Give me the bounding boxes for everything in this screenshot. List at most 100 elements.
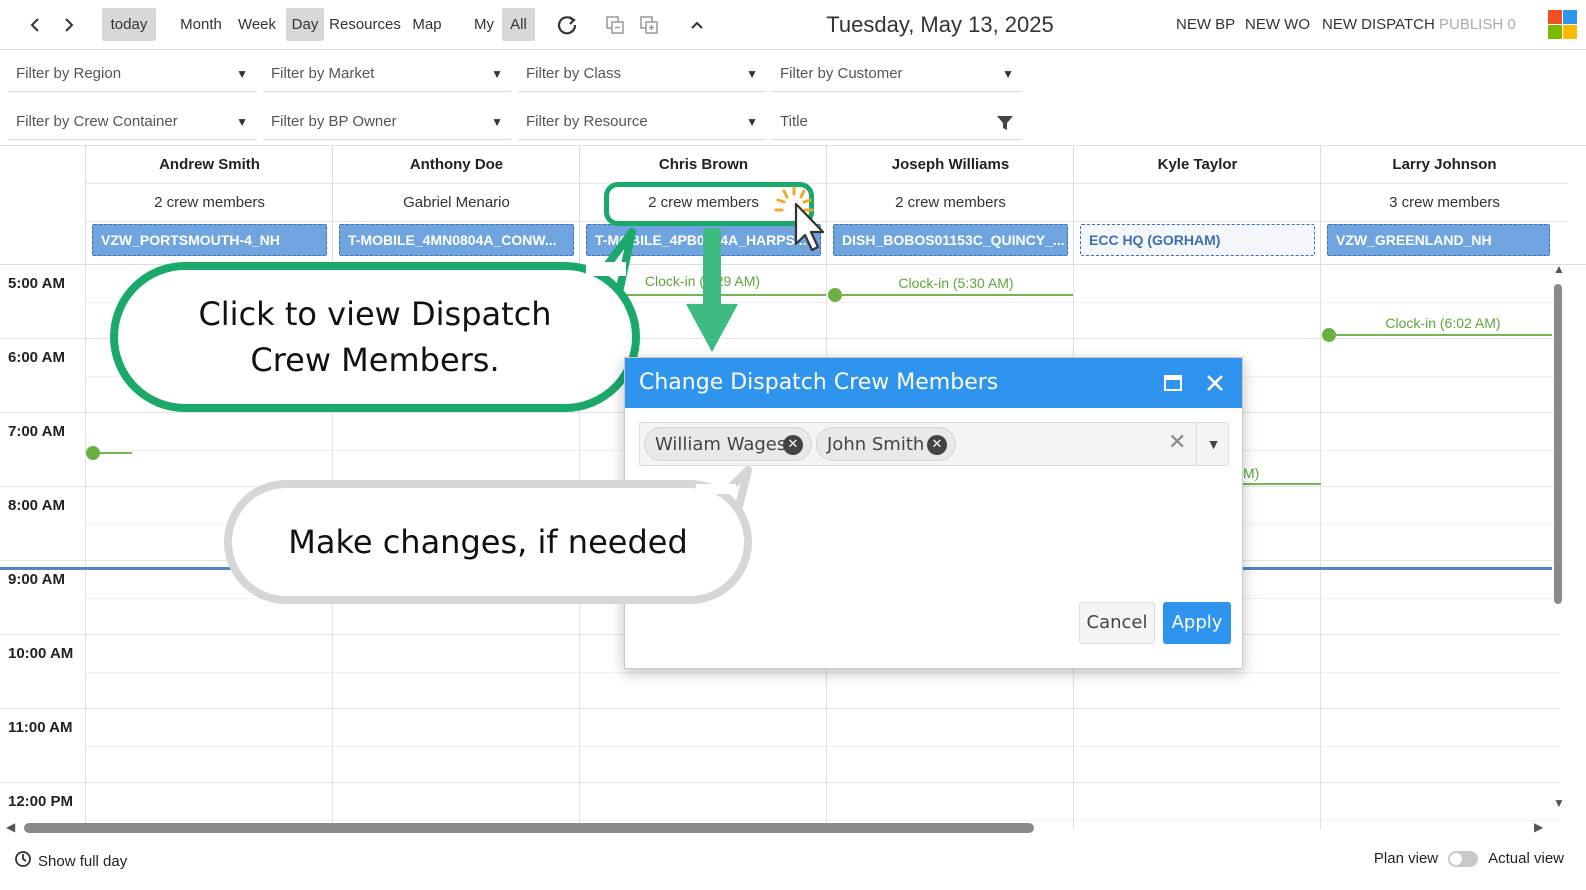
region-filter[interactable]: Filter by Region ▼ [8,56,256,92]
resource-name: Larry Johnson [1321,146,1568,184]
resource-name: Chris Brown [580,146,827,184]
dispatch-tag[interactable]: T-MOBILE_4MN0804A_CONW... [339,224,574,256]
horizontal-scrollbar[interactable]: ◀ ▶ [0,818,1552,838]
resource-filter[interactable]: Filter by Resource ▼ [518,104,766,140]
crew-member-name: William Wages [655,434,787,455]
market-filter-label: Filter by Market [271,65,375,82]
crew-multiselect[interactable]: William Wages ✕ John Smith ✕ ✕ ▼ [639,422,1229,466]
crew-members-link[interactable]: 2 crew members [827,184,1074,222]
prev-arrow-icon[interactable] [20,10,50,40]
close-icon[interactable] [1202,370,1228,396]
title-filter-placeholder: Title [780,113,808,130]
map-view-button[interactable]: Map [406,8,448,41]
dropdown-caret-icon: ▼ [491,115,503,129]
clock-in-label[interactable]: Clock-in (6:02 AM) [1334,315,1552,331]
dialog-header: Change Dispatch Crew Members [625,358,1242,408]
today-button[interactable]: today [102,8,156,41]
dispatch-tag[interactable]: ECC HQ (GORHAM) [1080,224,1315,256]
filter-funnel-icon[interactable] [996,110,1014,146]
resource-name: Kyle Taylor [1074,146,1321,184]
expand-all-icon[interactable] [634,10,664,40]
apply-button[interactable]: Apply [1163,602,1231,644]
crew-members-link[interactable]: Gabriel Menario [333,184,580,222]
actual-view-label: Actual view [1488,850,1564,867]
dispatch-tag[interactable]: VZW_PORTSMOUTH-4_NH [92,224,327,256]
dropdown-caret-icon[interactable]: ▼ [1196,423,1230,465]
crew-members-link[interactable] [1074,184,1321,222]
dispatch-tag[interactable]: DISH_BOBOS01153C_QUINCY_... [833,224,1068,256]
footer: Show full day Plan view Actual view [0,840,1586,890]
collapse-all-icon[interactable] [600,10,630,40]
dropdown-caret-icon: ▼ [746,67,758,81]
changes-instruction-callout: Make changes, if needed [224,480,752,604]
next-arrow-icon[interactable] [54,10,84,40]
click-instruction-text: Click to view Dispatch Crew Members. [198,295,552,379]
time-label: 12:00 PM [8,793,74,810]
dispatch-tag[interactable]: VZW_GREENLAND_NH [1327,224,1550,256]
new-dispatch-button[interactable]: NEW DISPATCH [1322,10,1435,40]
dropdown-caret-icon: ▼ [491,67,503,81]
crew-member-chip: John Smith ✕ [816,427,956,461]
clock-in-line [1243,483,1321,485]
resource-filter-label: Filter by Resource [526,113,648,130]
week-view-button[interactable]: Week [234,8,280,41]
scroll-up-icon[interactable]: ▲ [1553,262,1565,276]
time-label: 9:00 AM [8,571,65,588]
crew-members-link[interactable]: 2 crew members [86,184,333,222]
remove-chip-icon[interactable]: ✕ [927,435,947,455]
crew-member-name: John Smith [827,434,925,455]
publish-button[interactable]: PUBLISH 0 [1439,10,1516,40]
crew-container-filter[interactable]: Filter by Crew Container ▼ [8,104,256,140]
clock-in-line [1334,334,1552,336]
day-view-button[interactable]: Day [286,8,324,41]
customer-filter-label: Filter by Customer [780,65,903,82]
cancel-button[interactable]: Cancel [1079,602,1155,644]
scroll-right-icon[interactable]: ▶ [1534,820,1543,834]
class-filter-label: Filter by Class [526,65,622,82]
clock-in-label[interactable]: M) [1243,465,1263,481]
chevron-up-icon[interactable] [682,10,712,40]
mouse-cursor-icon [774,186,825,252]
show-full-day-label: Show full day [38,852,128,870]
title-filter-input[interactable]: Title [772,104,1022,140]
resources-view-button[interactable]: Resources [328,8,402,41]
market-filter[interactable]: Filter by Market ▼ [263,56,511,92]
dropdown-caret-icon: ▼ [236,115,248,129]
time-label: 6:00 AM [8,349,65,366]
clear-all-icon[interactable]: ✕ [1168,429,1186,455]
vertical-scrollbar[interactable]: ▲ ▼ [1552,262,1565,814]
dropdown-caret-icon: ▼ [1002,67,1014,81]
resource-column-joseph: Joseph Williams 2 crew members DISH_BOBO… [826,146,1074,264]
maximize-icon[interactable] [1160,370,1186,396]
view-mode-switch: Plan view Actual view [1374,850,1564,867]
time-label: 10:00 AM [8,645,74,662]
show-full-day-toggle[interactable]: Show full day [14,850,127,872]
bp-owner-filter-label: Filter by BP Owner [271,113,397,130]
scroll-down-icon[interactable]: ▼ [1553,796,1565,810]
scroll-left-icon[interactable]: ◀ [6,820,15,834]
month-view-button[interactable]: Month [176,8,226,41]
time-label: 5:00 AM [8,275,65,292]
app-logo [1548,10,1578,40]
crew-members-link[interactable]: 3 crew members [1321,184,1568,222]
customer-filter[interactable]: Filter by Customer ▼ [772,56,1022,92]
plan-actual-toggle[interactable] [1448,850,1479,867]
clock-in-marker [86,446,100,460]
resource-column-andrew: Andrew Smith 2 crew members VZW_PORTSMOU… [85,146,333,264]
annotation-arrow-icon [686,228,738,352]
all-filter-button[interactable]: All [502,8,535,41]
hour-row: 11:00 AM [0,709,1560,783]
clock-icon [14,850,32,872]
refresh-icon[interactable] [552,10,582,40]
remove-chip-icon[interactable]: ✕ [783,435,803,455]
scroll-thumb[interactable] [24,823,1034,833]
new-bp-button[interactable]: NEW BP [1176,10,1235,40]
scroll-thumb[interactable] [1554,284,1562,604]
class-filter[interactable]: Filter by Class ▼ [518,56,766,92]
clock-in-label[interactable]: Clock-in (5:30 AM) [840,275,1072,291]
time-label: 8:00 AM [8,497,65,514]
plan-view-label: Plan view [1373,850,1439,867]
bp-owner-filter[interactable]: Filter by BP Owner ▼ [263,104,511,140]
new-wo-button[interactable]: NEW WO [1245,10,1310,40]
my-filter-button[interactable]: My [468,8,500,41]
